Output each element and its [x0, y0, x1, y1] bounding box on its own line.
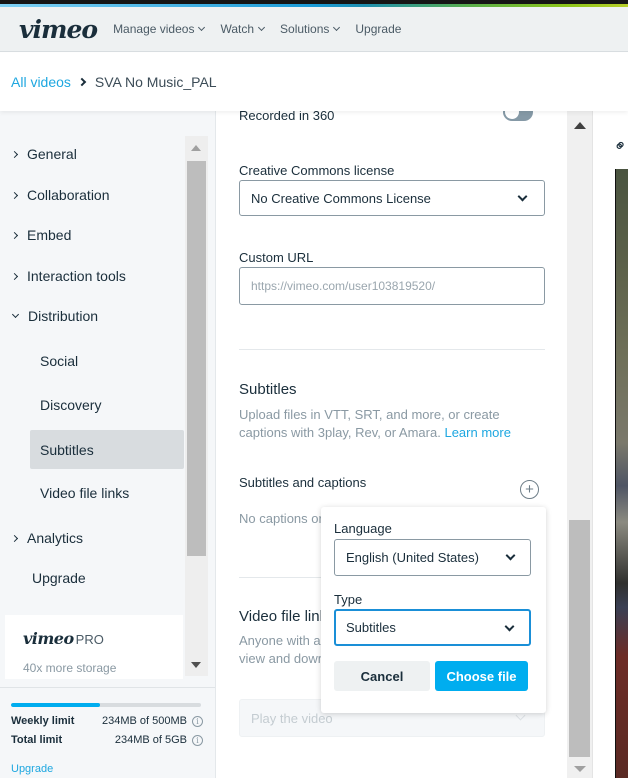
breadcrumb-current-video: SVA No Music_PAL: [94, 74, 217, 90]
scrollbar-thumb[interactable]: [569, 520, 590, 757]
breadcrumb-all-videos[interactable]: All videos: [11, 74, 71, 90]
chevron-right-icon: [10, 191, 19, 199]
info-icon[interactable]: i: [192, 715, 203, 727]
add-subtitle-plus-icon[interactable]: +: [520, 480, 539, 499]
chevron-down-icon: [505, 550, 516, 561]
scroll-up-arrow-icon[interactable]: [191, 145, 201, 151]
top-navbar: vimeo Manage videos Watch Solutions Upgr…: [0, 7, 628, 52]
sidebar-scrollbar[interactable]: [185, 136, 208, 676]
settings-sidebar: General Collaboration Embed Interaction …: [0, 111, 216, 778]
video-preview-area: ⚭: [594, 111, 628, 778]
sidebar-item-collaboration[interactable]: Collaboration: [0, 187, 110, 203]
cc-license-label: Creative Commons license: [239, 163, 395, 178]
chevron-down-icon: [504, 621, 515, 632]
learn-more-link[interactable]: Learn more: [444, 425, 510, 440]
weekly-limit-row: Weekly limit 234MB of 500MB i: [11, 715, 203, 727]
section-divider: [239, 349, 545, 350]
custom-url-input[interactable]: [239, 267, 545, 305]
scroll-down-arrow-icon[interactable]: [191, 662, 201, 668]
sidebar-item-analytics[interactable]: Analytics: [0, 530, 83, 546]
chevron-down-icon: [517, 191, 528, 202]
subtitles-captions-label: Subtitles and captions: [239, 475, 367, 490]
sidebar-subitem-discovery[interactable]: Discovery: [30, 385, 184, 424]
language-select[interactable]: English (United States): [334, 539, 531, 576]
scroll-down-arrow-icon[interactable]: [574, 766, 586, 772]
nav-upgrade[interactable]: Upgrade: [355, 22, 401, 36]
nav-watch[interactable]: Watch: [220, 22, 266, 36]
nav-manage-videos[interactable]: Manage videos: [113, 22, 206, 36]
vimeo-pro-logo: vimeo PRO: [23, 629, 104, 648]
scrollbar-thumb[interactable]: [187, 161, 206, 556]
chevron-down-icon: [257, 23, 266, 32]
vimeo-pro-promo[interactable]: vimeoPRO 40x more storagespace, powerful: [5, 615, 183, 679]
sidebar-subitem-video-file-links[interactable]: Video file links: [30, 473, 184, 512]
promo-text: 40x more storagespace, powerful: [23, 661, 117, 675]
chevron-down-icon: [198, 23, 206, 32]
total-limit-row: Total limit 234MB of 5GB i: [11, 734, 203, 746]
info-icon[interactable]: i: [192, 734, 203, 746]
upload-quota: Weekly limit 234MB of 500MB i Total limi…: [0, 687, 215, 778]
chevron-right-icon: [10, 272, 19, 280]
cc-license-select[interactable]: No Creative Commons License: [239, 180, 545, 216]
recorded-360-label: Recorded in 360: [239, 111, 335, 123]
sidebar-item-upgrade[interactable]: Upgrade: [32, 570, 86, 586]
chevron-right-icon: [10, 231, 19, 239]
breadcrumb: All videos SVA No Music_PAL: [0, 53, 628, 111]
type-select[interactable]: Subtitles: [334, 609, 531, 646]
scroll-up-arrow-icon[interactable]: [574, 122, 586, 129]
main-scrollbar[interactable]: [567, 111, 593, 778]
subtitles-description: Upload files in VTT, SRT, and more, or c…: [239, 407, 511, 440]
chevron-down-icon: [11, 310, 20, 319]
weekly-quota-progress: [11, 703, 201, 707]
choose-file-button[interactable]: Choose file: [435, 661, 528, 691]
recorded-360-toggle[interactable]: [503, 111, 533, 121]
language-label: Language: [334, 521, 392, 536]
nav-solutions[interactable]: Solutions: [280, 22, 341, 36]
cancel-button[interactable]: Cancel: [334, 661, 430, 691]
custom-url-label: Custom URL: [239, 250, 314, 265]
sidebar-item-embed[interactable]: Embed: [0, 227, 71, 243]
vimeo-logo[interactable]: vimeo: [19, 15, 98, 44]
chevron-right-icon: [10, 534, 19, 542]
sidebar-item-general[interactable]: General: [0, 146, 77, 162]
chevron-right-icon: [77, 77, 87, 87]
sidebar-item-distribution[interactable]: Distribution: [0, 308, 98, 324]
chevron-down-icon: [333, 23, 341, 32]
weekly-quota-progress-fill: [11, 703, 100, 707]
quota-upgrade-link[interactable]: Upgrade: [11, 763, 53, 775]
video-thumbnail[interactable]: [615, 169, 628, 778]
sidebar-item-interaction-tools[interactable]: Interaction tools: [0, 268, 126, 284]
type-label: Type: [334, 592, 363, 607]
sidebar-subitem-social[interactable]: Social: [30, 341, 184, 380]
subtitles-section-title: Subtitles: [239, 381, 297, 398]
link-icon[interactable]: ⚭: [609, 134, 628, 158]
add-subtitle-popover: Language English (United States) Type Su…: [321, 507, 546, 713]
chevron-right-icon: [10, 150, 19, 158]
sidebar-subitem-subtitles[interactable]: Subtitles: [30, 430, 184, 469]
